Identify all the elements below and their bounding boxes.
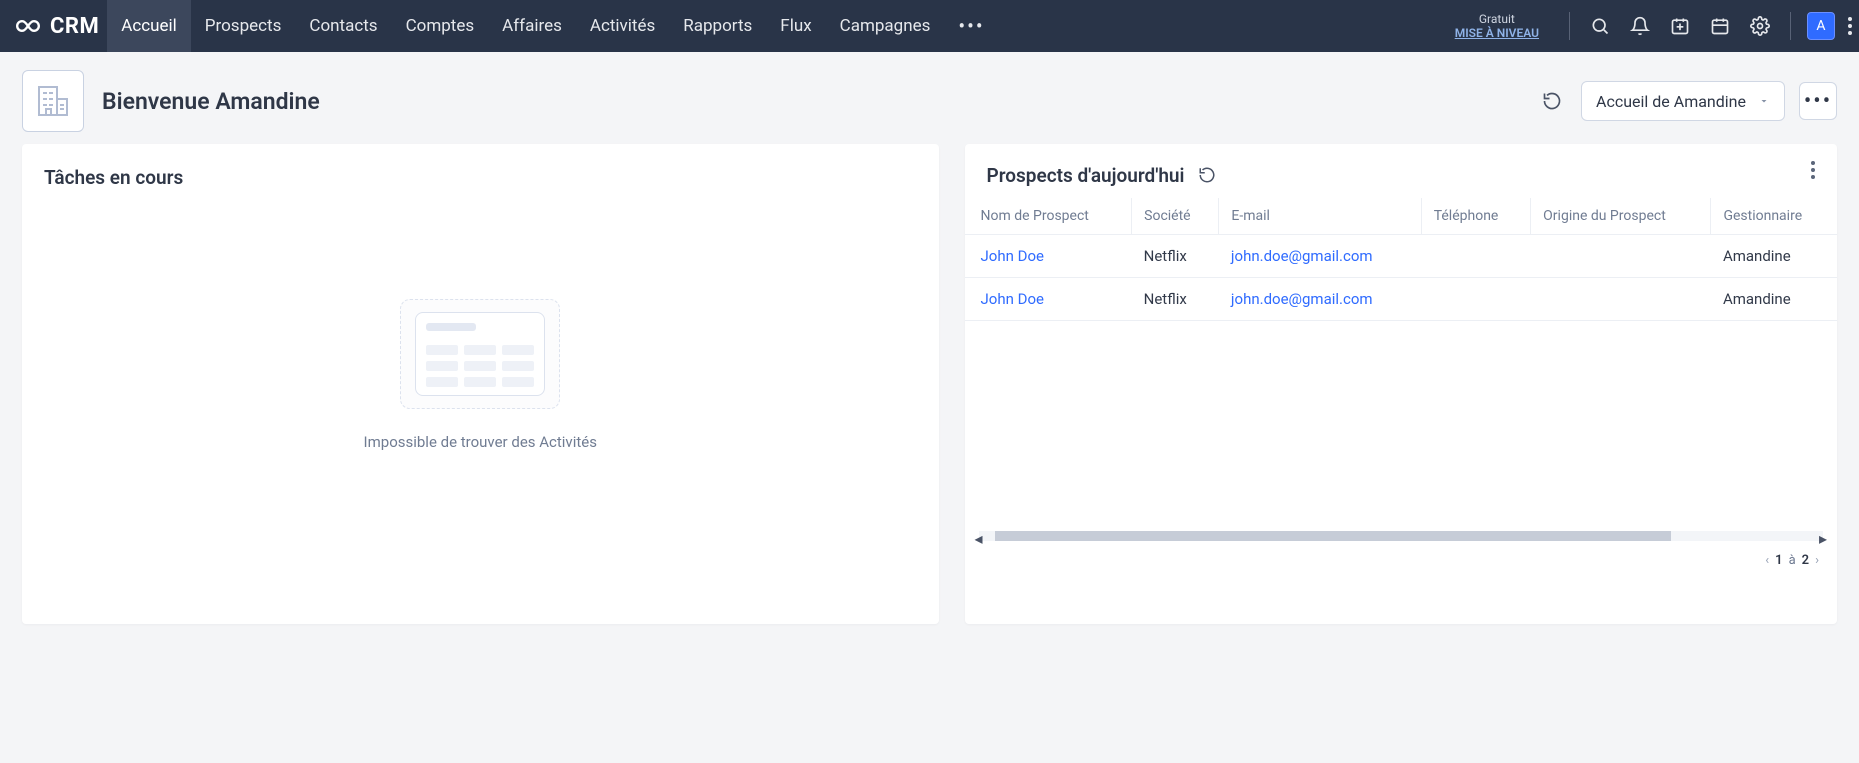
prospect-email-link[interactable]: john.doe@gmail.com [1231,290,1373,308]
cell-company: Netflix [1132,235,1219,278]
col-phone[interactable]: Téléphone [1421,198,1530,235]
upgrade-link[interactable]: MISE À NIVEAU [1455,26,1539,40]
nav-item-activites[interactable]: Activités [576,0,669,52]
nav-item-flux[interactable]: Flux [766,0,825,52]
col-owner[interactable]: Gestionnaire [1711,198,1837,235]
add-icon[interactable] [1660,6,1700,46]
cell-company: Netflix [1132,278,1219,321]
nav-item-contacts[interactable]: Contacts [295,0,391,52]
topbar: CRM Accueil Prospects Contacts Comptes A… [0,0,1859,52]
prospect-name-link[interactable]: John Doe [981,247,1044,265]
empty-state-message: Impossible de trouver des Activités [364,433,597,451]
topbar-right: Gratuit MISE À NIVEAU A [1455,0,1859,52]
scrollbar-thumb[interactable] [995,531,1671,541]
bell-icon[interactable] [1620,6,1660,46]
brand-text: CRM [50,14,99,39]
empty-illustration-icon [400,299,560,409]
prospects-panel-more-button[interactable] [1799,156,1827,184]
empty-state: Impossible de trouver des Activités [44,299,917,451]
pager: ‹ 1 à 2 › [965,549,1838,568]
nav-item-affaires[interactable]: Affaires [488,0,576,52]
upgrade-block: Gratuit MISE À NIVEAU [1455,12,1539,40]
table-row[interactable]: John Doe Netflix john.doe@gmail.com Aman… [965,278,1838,321]
nav-item-accueil[interactable]: Accueil [107,0,191,52]
cell-origin [1531,235,1711,278]
tasks-panel-title: Tâches en cours [44,166,917,189]
plan-label: Gratuit [1455,12,1539,26]
cell-owner: Amandine [1711,278,1837,321]
nav-item-prospects[interactable]: Prospects [191,0,296,52]
company-tile-icon[interactable] [22,70,84,132]
brand-logo[interactable]: CRM [14,14,99,39]
scroll-left-arrow-icon[interactable]: ◂ [975,529,983,548]
table-header-row: Nom de Prospect Société E-mail Téléphone… [965,198,1838,235]
pager-prev-button[interactable]: ‹ [1765,553,1769,568]
table-row[interactable]: John Doe Netflix john.doe@gmail.com Aman… [965,235,1838,278]
view-selector-label: Accueil de Amandine [1596,92,1746,111]
tasks-panel: Tâches en cours Impossible de trouver de… [22,144,939,624]
prospects-panel-title: Prospects d'aujourd'hui [987,164,1185,187]
col-email[interactable]: E-mail [1219,198,1421,235]
col-origin[interactable]: Origine du Prospect [1531,198,1711,235]
scroll-right-arrow-icon[interactable]: ▸ [1819,529,1827,548]
separator [1569,12,1570,40]
prospect-name-link[interactable]: John Doe [981,290,1044,308]
avatar[interactable]: A [1807,12,1835,40]
refresh-button[interactable] [1537,86,1567,116]
col-prospect-name[interactable]: Nom de Prospect [965,198,1132,235]
chevron-down-icon [1758,92,1770,111]
pager-sep: à [1789,553,1796,568]
prospect-email-link[interactable]: john.doe@gmail.com [1231,247,1373,265]
right-edge-more-icon[interactable] [1841,6,1859,46]
prospects-table-container: Nom de Prospect Société E-mail Téléphone… [965,198,1838,321]
brand-infinity-icon [14,16,42,36]
subheader-actions: Accueil de Amandine ••• [1537,81,1837,121]
nav-item-rapports[interactable]: Rapports [669,0,766,52]
separator [1790,12,1791,40]
pager-current: 1 [1775,553,1782,568]
nav-more-button[interactable]: ••• [944,0,998,52]
calendar-icon[interactable] [1700,6,1740,46]
cell-owner: Amandine [1711,235,1837,278]
cell-phone [1421,278,1530,321]
horizontal-scrollbar[interactable]: ◂ ▸ [979,531,1824,541]
panel-more-button[interactable]: ••• [1799,82,1837,120]
prospects-panel: Prospects d'aujourd'hui Nom de Prospect … [965,144,1838,624]
pager-total: 2 [1802,553,1809,568]
nav-item-campagnes[interactable]: Campagnes [826,0,945,52]
col-company[interactable]: Société [1132,198,1219,235]
main-nav: Accueil Prospects Contacts Comptes Affai… [107,0,998,52]
content-grid: Tâches en cours Impossible de trouver de… [0,144,1859,646]
prospects-table: Nom de Prospect Société E-mail Téléphone… [965,198,1838,321]
page-title: Bienvenue Amandine [102,88,320,115]
cell-phone [1421,235,1530,278]
view-selector[interactable]: Accueil de Amandine [1581,81,1785,121]
subheader: Bienvenue Amandine Accueil de Amandine •… [0,52,1859,144]
pager-next-button[interactable]: › [1815,553,1819,568]
prospects-refresh-button[interactable] [1194,162,1220,188]
nav-item-comptes[interactable]: Comptes [392,0,489,52]
search-icon[interactable] [1580,6,1620,46]
gear-icon[interactable] [1740,6,1780,46]
cell-origin [1531,278,1711,321]
